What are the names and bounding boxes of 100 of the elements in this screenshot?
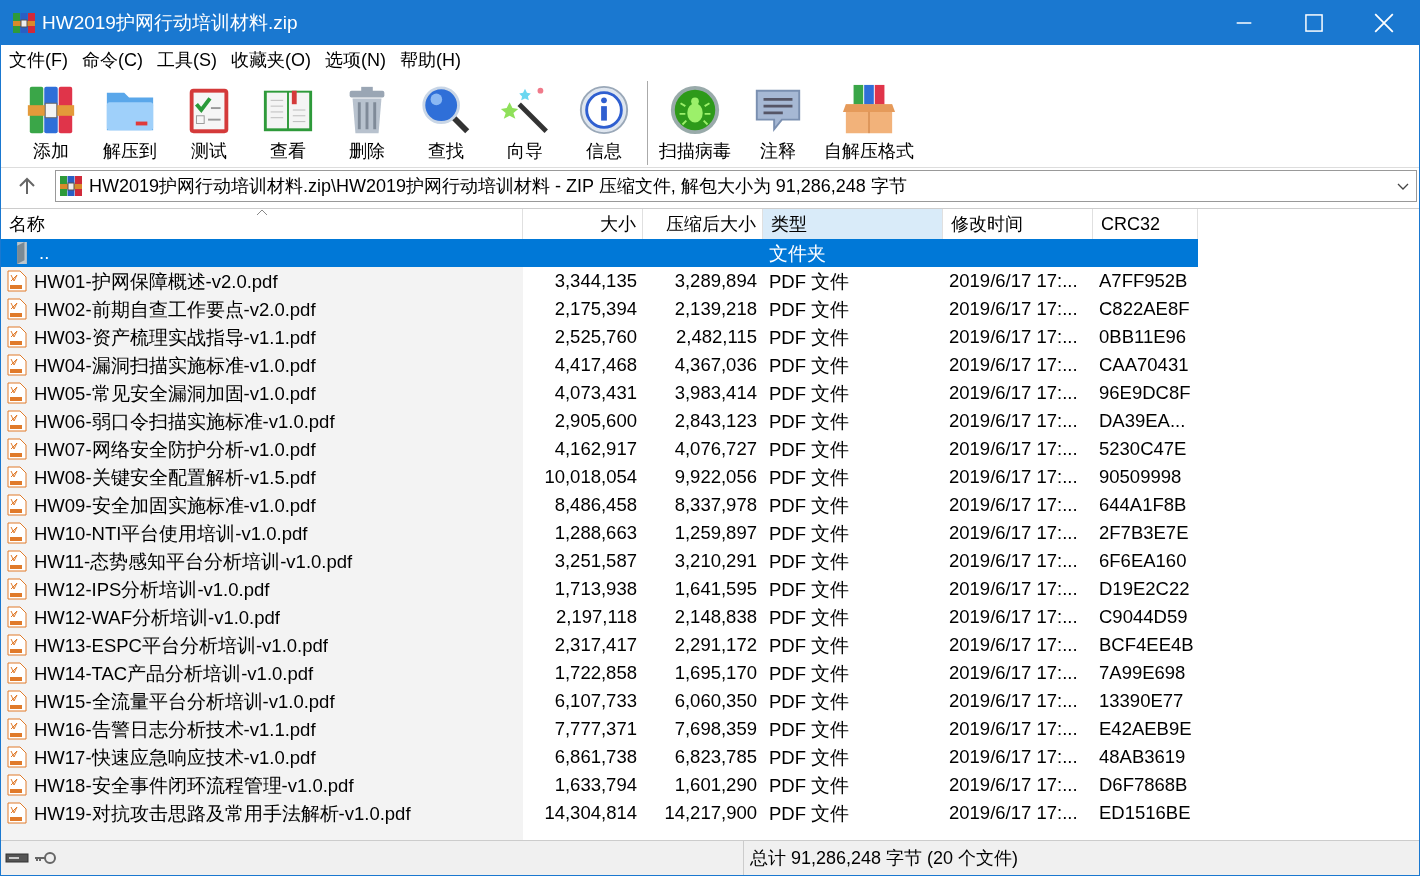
table-cell: 2019/6/17 17:... bbox=[949, 774, 1078, 796]
table-cell-text: PDF 文件 bbox=[769, 717, 850, 742]
toolbar-button[interactable]: 向导 bbox=[485, 79, 564, 167]
table-cell-text: 文件夹 bbox=[769, 241, 826, 266]
menu-item[interactable]: 收藏夹(O) bbox=[231, 48, 311, 72]
table-cell-text: HW15-全流量平台分析培训-v1.0.pdf bbox=[34, 689, 335, 714]
table-cell: 4,367,036 bbox=[674, 354, 757, 376]
table-row[interactable]: HW17-快速应急响应技术-v1.0.pdf 6,861,738 6,823,785 PDF 文件 2019/6/17 17:... 48AB3619 bbox=[1, 743, 1198, 771]
table-row[interactable]: HW14-TAC产品分析培训-v1.0.pdf 1,722,858 1,695,170 PDF 文件 2019/6/17 17:... 7A99E698 bbox=[1, 659, 1198, 687]
table-cell: 7A99E698 bbox=[1099, 662, 1186, 684]
table-cell: 1,713,938 bbox=[554, 578, 637, 600]
table-row[interactable]: HW12-IPS分析培训-v1.0.pdf 1,713,938 1,641,595 PDF 文件 2019/6/17 17:... D19E2C22 bbox=[1, 575, 1198, 603]
table-row[interactable]: HW06-弱口令扫描实施标准-v1.0.pdf 2,905,600 2,843,123 PDF 文件 2019/6/17 17:... DA39EA... bbox=[1, 407, 1198, 435]
menu-item[interactable]: 文件(F) bbox=[9, 48, 68, 72]
table-cell-text: HW11-态势感知平台分析培训-v1.0.pdf bbox=[34, 549, 353, 574]
table-cell: 2019/6/17 17:... bbox=[949, 522, 1078, 544]
table-cell-text: HW19-对抗攻击思路及常用手法解析-v1.0.pdf bbox=[34, 801, 411, 826]
pdf-file-icon bbox=[7, 774, 27, 796]
key-icon bbox=[33, 851, 57, 865]
toolbar-button[interactable]: 注释 bbox=[738, 79, 817, 167]
table-cell-text: PDF 文件 bbox=[769, 521, 850, 546]
table-cell: 4,162,917 bbox=[554, 438, 637, 460]
table-cell: 1,722,858 bbox=[554, 662, 637, 684]
table-row[interactable]: HW19-对抗攻击思路及常用手法解析-v1.0.pdf 14,304,814 14,217,900 PDF 文件 2019/6/17 17:... ED1516BE bbox=[1, 799, 1198, 827]
bug-icon bbox=[668, 83, 722, 137]
table-row[interactable]: HW04-漏洞扫描实施标准-v1.0.pdf 4,417,468 4,367,036 PDF 文件 2019/6/17 17:... CAA70431 bbox=[1, 351, 1198, 379]
table-row[interactable]: HW02-前期自查工作要点-v2.0.pdf 2,175,394 2,139,218 PDF 文件 2019/6/17 17:... C822AE8F bbox=[1, 295, 1198, 323]
table-cell: 10,018,054 bbox=[544, 466, 637, 488]
table-cell-text: PDF 文件 bbox=[769, 745, 850, 770]
toolbar-button[interactable]: 查看 bbox=[248, 79, 327, 167]
toolbar-button[interactable]: 测试 bbox=[169, 79, 248, 167]
table-cell: 2,291,172 bbox=[674, 634, 757, 656]
table-cell: ED1516BE bbox=[1099, 802, 1191, 824]
table-cell: 2,139,218 bbox=[674, 298, 757, 320]
table-cell-text: PDF 文件 bbox=[769, 773, 850, 798]
table-cell-text: PDF 文件 bbox=[769, 325, 850, 350]
table-row[interactable]: HW11-态势感知平台分析培训-v1.0.pdf 3,251,587 3,210,291 PDF 文件 2019/6/17 17:... 6F6EA160 bbox=[1, 547, 1198, 575]
pdf-file-icon bbox=[7, 270, 27, 292]
column-header[interactable]: 类型 bbox=[763, 209, 943, 239]
table-cell: D19E2C22 bbox=[1099, 578, 1190, 600]
sort-caret-icon bbox=[255, 209, 268, 216]
table-cell-text: PDF 文件 bbox=[769, 661, 850, 686]
table-cell: 3,344,135 bbox=[554, 270, 637, 292]
table-cell: 0BB11E96 bbox=[1099, 326, 1187, 348]
table-cell: 48AB3619 bbox=[1099, 746, 1186, 768]
toolbar-button[interactable]: 添加 bbox=[11, 79, 90, 167]
table-cell-text: PDF 文件 bbox=[769, 269, 850, 294]
table-row[interactable]: HW16-告警日志分析技术-v1.1.pdf 7,777,371 7,698,359 PDF 文件 2019/6/17 17:... E42AEB9E bbox=[1, 715, 1198, 743]
toolbar-button[interactable]: 自解压格式 bbox=[817, 79, 921, 167]
table-cell: 8,337,978 bbox=[674, 494, 757, 516]
table-cell: 644A1F8B bbox=[1099, 494, 1187, 516]
table-cell: 14,304,814 bbox=[544, 802, 637, 824]
table-row[interactable]: HW10-NTI平台使用培训-v1.0.pdf 1,288,663 1,259,897 PDF 文件 2019/6/17 17:... 2F7B3E7E bbox=[1, 519, 1198, 547]
table-cell-text: PDF 文件 bbox=[769, 465, 850, 490]
table-row[interactable]: HW09-安全加固实施标准-v1.0.pdf 8,486,458 8,337,978 PDF 文件 2019/6/17 17:... 644A1F8B bbox=[1, 491, 1198, 519]
pdf-file-icon bbox=[7, 746, 27, 768]
table-row[interactable]: .. 文件夹 bbox=[1, 239, 1198, 267]
caret-icon[interactable] bbox=[1396, 181, 1410, 191]
toolbar-button[interactable]: 解压到 bbox=[90, 79, 169, 167]
pdf-file-icon bbox=[7, 606, 27, 628]
table-cell-text: HW14-TAC产品分析培训-v1.0.pdf bbox=[34, 661, 314, 686]
toolbar-button[interactable]: 信息 bbox=[564, 79, 643, 167]
table-row[interactable]: HW15-全流量平台分析培训-v1.0.pdf 6,107,733 6,060,350 PDF 文件 2019/6/17 17:... 13390E77 bbox=[1, 687, 1198, 715]
table-row[interactable]: HW01-护网保障概述-v2.0.pdf 3,344,135 3,289,894 PDF 文件 2019/6/17 17:... A7FF952B bbox=[1, 267, 1198, 295]
table-cell: DA39EA... bbox=[1099, 410, 1186, 432]
table-row[interactable]: HW07-网络安全防护分析-v1.0.pdf 4,162,917 4,076,727 PDF 文件 2019/6/17 17:... 5230C47E bbox=[1, 435, 1198, 463]
up-arrow-icon[interactable] bbox=[17, 176, 37, 196]
table-row[interactable]: HW03-资产梳理实战指导-v1.1.pdf 2,525,760 2,482,115 PDF 文件 2019/6/17 17:... 0BB11E96 bbox=[1, 323, 1198, 351]
menu-item[interactable]: 命令(C) bbox=[82, 48, 143, 72]
table-row[interactable]: HW18-安全事件闭环流程管理-v1.0.pdf 1,633,794 1,601,290 PDF 文件 2019/6/17 17:... D6F7868B bbox=[1, 771, 1198, 799]
table-cell: 6,107,733 bbox=[554, 690, 637, 712]
table-cell: 4,073,431 bbox=[554, 382, 637, 404]
address-field[interactable]: HW2019护网行动培训材料.zip\HW2019护网行动培训材料 - ZIP 压缩文件, 解包大小为 91,286,248 字节 bbox=[55, 170, 1417, 202]
table-cell: 2019/6/17 17:... bbox=[949, 606, 1078, 628]
table-cell: 4,417,468 bbox=[554, 354, 637, 376]
pdf-file-icon bbox=[7, 662, 27, 684]
menu-item[interactable]: 工具(S) bbox=[157, 48, 217, 72]
table-row[interactable]: HW13-ESPC平台分析培训-v1.0.pdf 2,317,417 2,291,172 PDF 文件 2019/6/17 17:... BCF4EE4B bbox=[1, 631, 1198, 659]
table-cell: 8,486,458 bbox=[554, 494, 637, 516]
toolbar-button[interactable]: 扫描病毒 bbox=[652, 79, 738, 167]
table-cell: 2,525,760 bbox=[554, 326, 637, 348]
toolbar-button[interactable]: 查找 bbox=[406, 79, 485, 167]
table-cell: 7,777,371 bbox=[554, 718, 637, 740]
table-row[interactable]: HW08-关键安全配置解析-v1.5.pdf 10,018,054 9,922,056 PDF 文件 2019/6/17 17:... 90509998 bbox=[1, 463, 1198, 491]
table-cell: 96E9DC8F bbox=[1099, 382, 1191, 404]
table-cell: 6,861,738 bbox=[554, 746, 637, 768]
table-cell: 13390E77 bbox=[1099, 690, 1184, 712]
table-cell: 7,698,359 bbox=[674, 718, 757, 740]
toolbar-button[interactable]: 删除 bbox=[327, 79, 406, 167]
table-row[interactable]: HW12-WAF分析培训-v1.0.pdf 2,197,118 2,148,838 PDF 文件 2019/6/17 17:... C9044D59 bbox=[1, 603, 1198, 631]
table-cell-text: HW08-关键安全配置解析-v1.5.pdf bbox=[34, 465, 316, 490]
menu-item[interactable]: 选项(N) bbox=[325, 48, 386, 72]
table-row[interactable]: HW05-常见安全漏洞加固-v1.0.pdf 4,073,431 3,983,414 PDF 文件 2019/6/17 17:... 96E9DC8F bbox=[1, 379, 1198, 407]
table-cell: 2019/6/17 17:... bbox=[949, 382, 1078, 404]
table-cell: 2,317,417 bbox=[554, 634, 637, 656]
menu-item[interactable]: 帮助(H) bbox=[400, 48, 461, 72]
pdf-file-icon bbox=[7, 634, 27, 656]
archive-icon bbox=[12, 11, 36, 35]
table-cell: 90509998 bbox=[1099, 466, 1182, 488]
table-cell: 3,210,291 bbox=[674, 550, 757, 572]
